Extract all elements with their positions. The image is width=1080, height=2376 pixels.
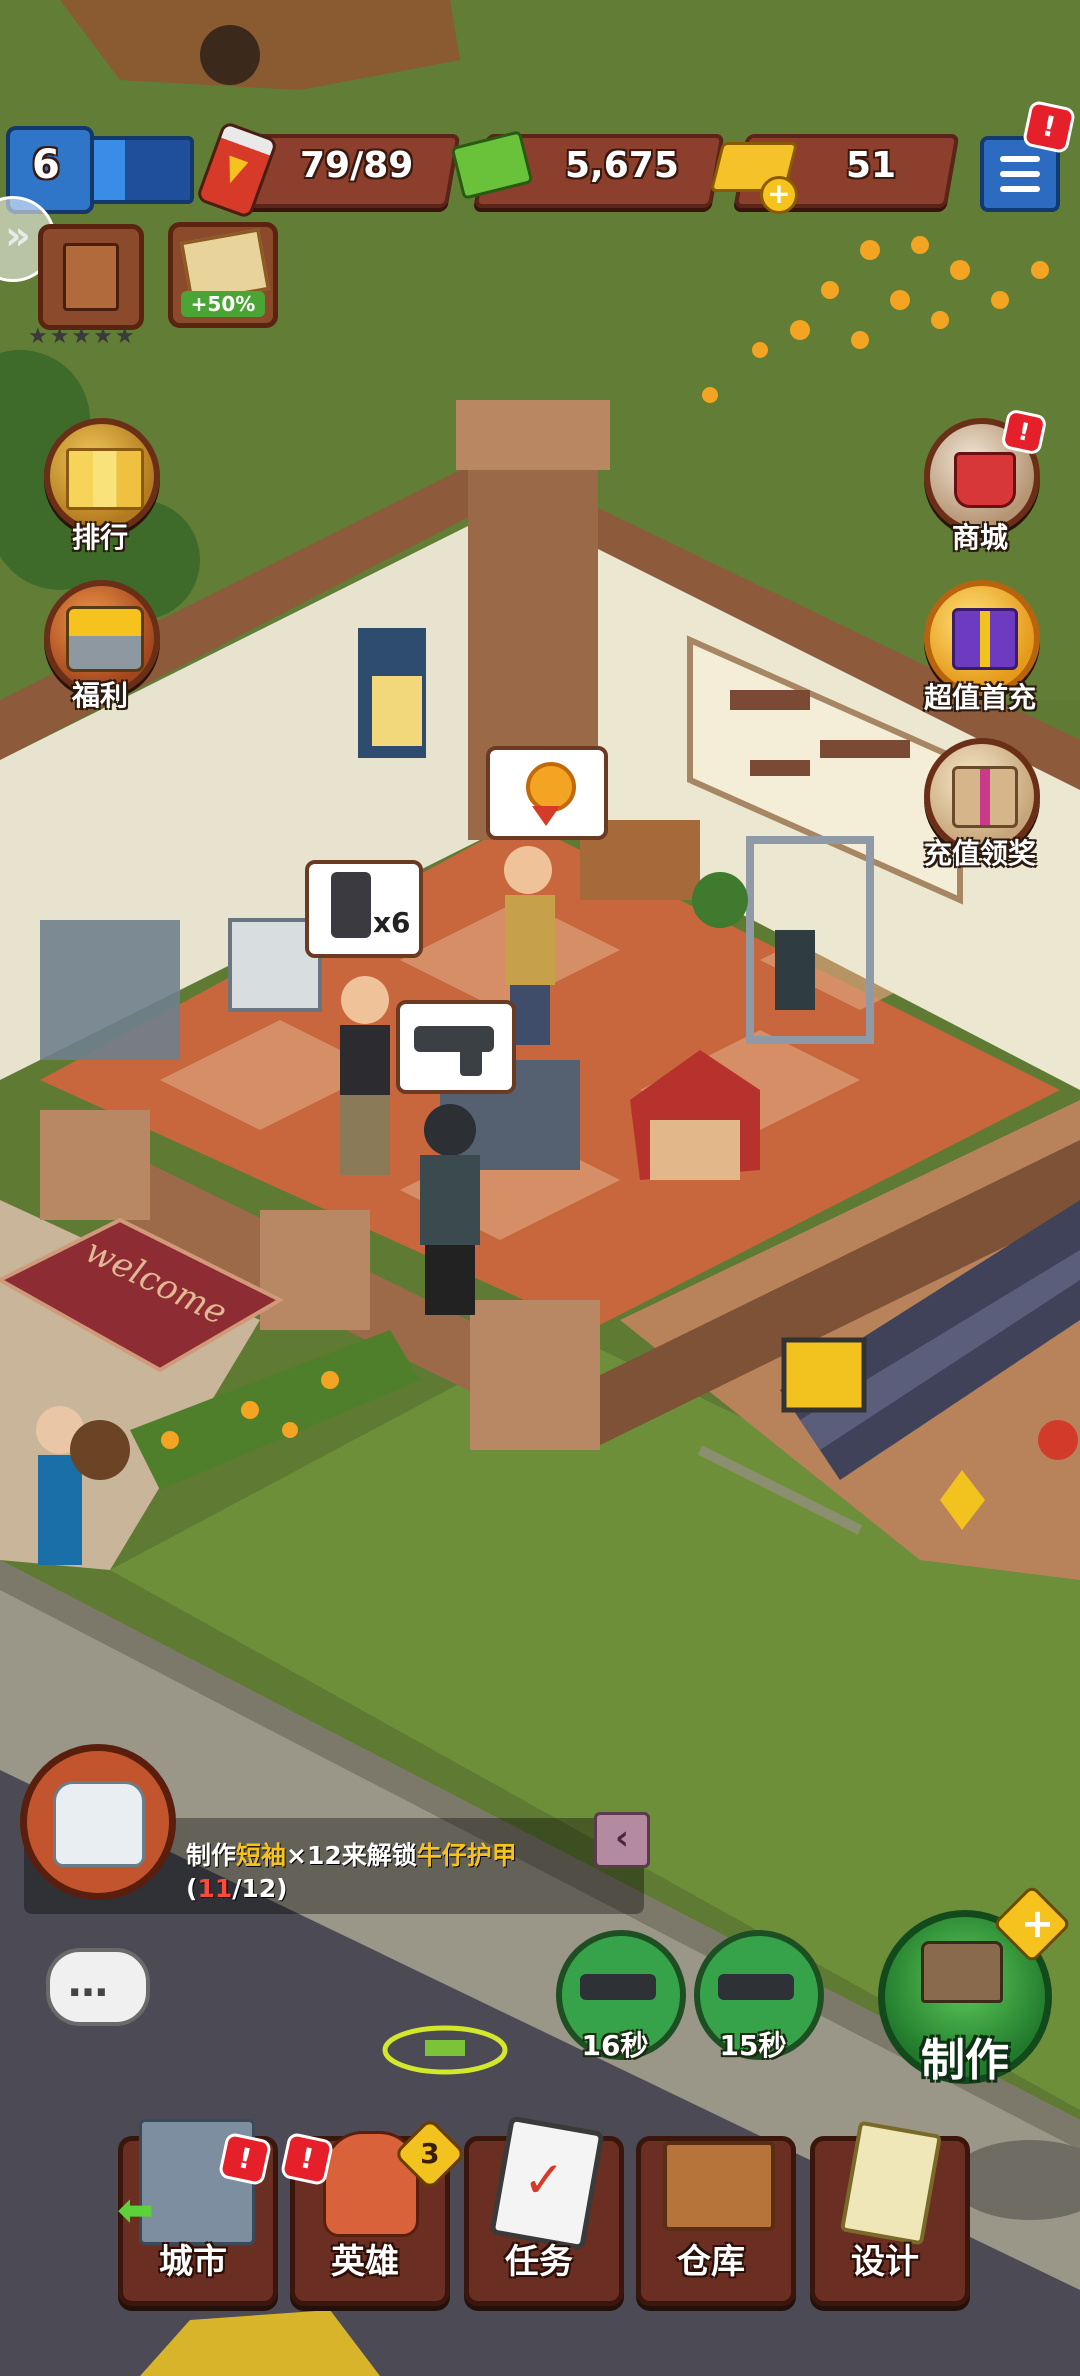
hero-armored-character xyxy=(420,1104,480,1315)
pistol-icon xyxy=(414,1026,494,1052)
progress-open: ( xyxy=(186,1874,198,1903)
cash-value: 5,675 xyxy=(565,145,679,186)
guild-stars: ★★★★★ xyxy=(28,324,137,349)
order-bubble-pants[interactable]: x6 xyxy=(305,860,423,958)
gold-chest-icon xyxy=(66,606,144,672)
pistol-slot-icon xyxy=(718,1974,794,2000)
shop-label: 商城 xyxy=(951,521,1008,554)
quest-hint-text: 制作短袖×12来解锁牛仔护甲 xyxy=(186,1836,517,1872)
player-level: 6 xyxy=(32,142,60,188)
ranking-label: 排行 xyxy=(71,521,128,554)
progress-rest: /12) xyxy=(232,1874,288,1903)
menu-alert-badge: ! xyxy=(1021,99,1077,155)
hint-item: 短袖 xyxy=(236,1841,287,1870)
add-gold-icon[interactable]: + xyxy=(760,176,798,214)
xp-bar xyxy=(86,136,194,204)
craft-slot-2-time: 15秒 xyxy=(719,2029,787,2062)
order-bubble-gun[interactable] xyxy=(396,1000,516,1094)
map-bonus: +50% xyxy=(181,291,265,317)
double-chevron-icon: » xyxy=(5,213,31,259)
back-arrow-icon: ⬅ xyxy=(117,2185,154,2236)
gold-value: 51 xyxy=(846,145,897,186)
nav-warehouse-label: 仓库 xyxy=(677,2242,745,2282)
hero-female-character xyxy=(340,976,390,1175)
hint-unlock-item: 牛仔护甲 xyxy=(416,1841,517,1870)
pants-icon xyxy=(331,872,371,938)
blueprint-icon xyxy=(839,2120,943,2246)
plus-icon: + xyxy=(1020,1900,1055,1947)
guild-banner-button[interactable] xyxy=(38,224,144,330)
order-quantity: x6 xyxy=(373,906,411,939)
treasure-map-button[interactable]: +50% xyxy=(168,222,278,328)
energy-value: 79/89 xyxy=(300,145,414,186)
nav-heroes-label: 英雄 xyxy=(331,2242,399,2282)
nav-city-label: 城市 xyxy=(159,2242,227,2282)
progress-current: 11 xyxy=(197,1874,233,1903)
reward-gift-icon xyxy=(952,766,1018,828)
first-recharge-label: 超值首充 xyxy=(923,681,1036,714)
order-bubble-medal[interactable] xyxy=(486,746,608,840)
stop-sign xyxy=(1038,1420,1078,1460)
recharge-reward-label: 充值领奖 xyxy=(923,837,1036,870)
quest-progress: (11/12) xyxy=(186,1874,288,1903)
banner-icon xyxy=(63,243,119,311)
craft-slot-1-time: 16秒 xyxy=(581,2029,649,2062)
checkmark-icon: ✓ xyxy=(523,2151,565,2209)
chat-button[interactable]: … xyxy=(46,1948,150,2026)
nav-design-label: 设计 xyxy=(851,2242,919,2282)
podium-icon xyxy=(66,448,144,510)
nav-tasks-label: 任务 xyxy=(505,2242,573,2282)
quest-item-portrait[interactable] xyxy=(20,1744,176,1900)
pistol-slot-icon xyxy=(580,1974,656,2000)
medal-icon xyxy=(526,762,576,812)
hint-collapse-button[interactable]: ‹ xyxy=(594,1812,650,1868)
craft-label: 制作 xyxy=(921,2035,1009,2086)
mannequin-stand xyxy=(40,920,180,1060)
hint-middle: 来解锁 xyxy=(341,1841,417,1870)
shirt-icon xyxy=(53,1781,145,1867)
street-lamp xyxy=(70,1420,130,1480)
shopping-cart-icon xyxy=(954,452,1016,508)
chevron-left-icon: ‹ xyxy=(614,1818,629,1858)
yellow-sign xyxy=(781,1337,867,1413)
hint-count: ×12 xyxy=(286,1841,342,1870)
gift-box-icon xyxy=(952,608,1018,670)
hint-prefix: 制作 xyxy=(186,1841,237,1870)
anvil-icon xyxy=(921,1941,1003,2003)
welfare-label: 福利 xyxy=(71,679,128,712)
chat-dots-icon: … xyxy=(68,1960,110,2006)
crate-icon xyxy=(663,2141,775,2231)
nav-heroes-alert: ! xyxy=(279,2131,335,2187)
street-character xyxy=(36,1406,84,1565)
nav-city-alert: ! xyxy=(217,2131,273,2187)
